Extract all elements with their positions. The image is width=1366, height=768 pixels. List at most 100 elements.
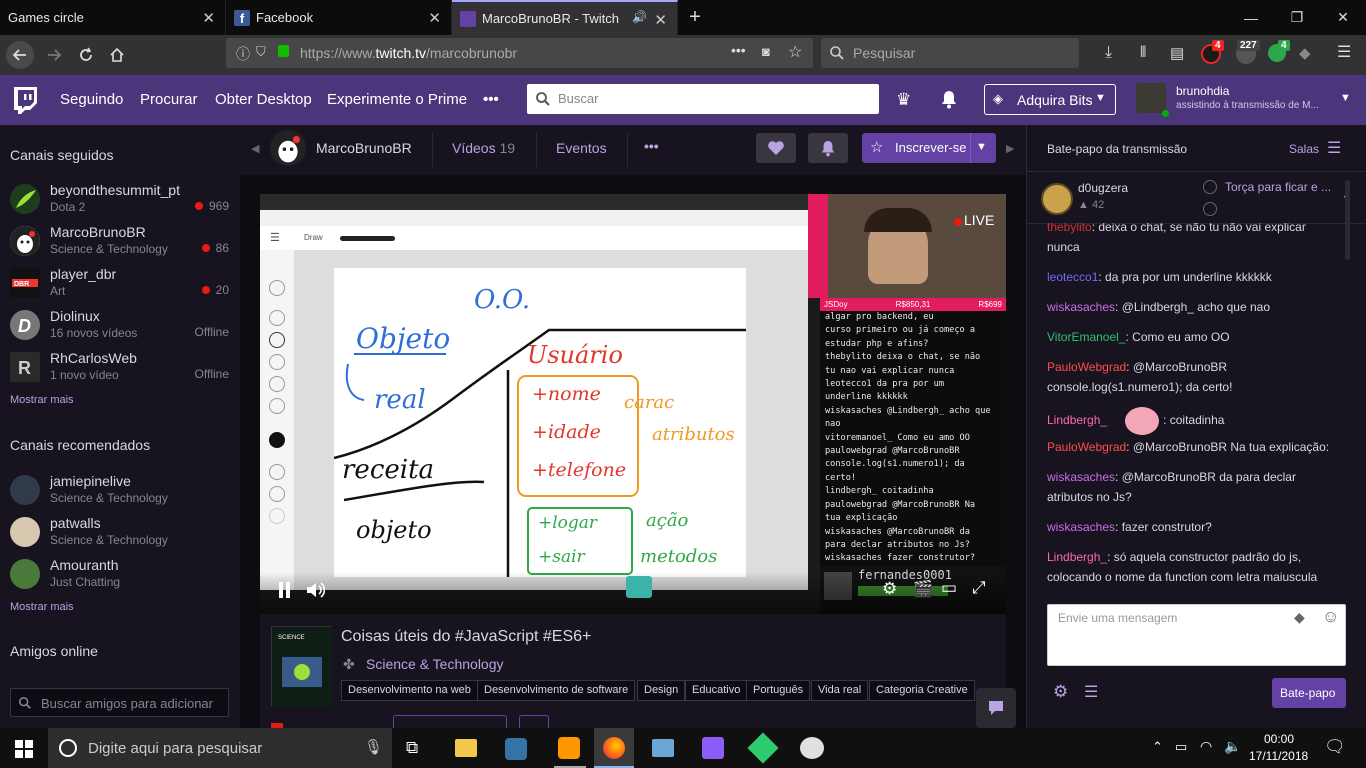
app-icon[interactable]: [800, 737, 824, 759]
tag-pill[interactable]: Design: [637, 680, 686, 701]
fullscreen-icon[interactable]: ⤢: [972, 578, 986, 598]
tab-events[interactable]: Eventos: [556, 140, 607, 156]
twitch-logo-icon[interactable]: [12, 86, 38, 114]
user-avatar[interactable]: [1136, 83, 1166, 113]
close-tab-icon[interactable]: ✕: [654, 11, 667, 29]
show-hidden-icons-chevron[interactable]: ⌃: [1152, 739, 1163, 755]
viewer-list-icon[interactable]: ☰: [1084, 682, 1098, 702]
get-bits-button[interactable]: ◈ Adquira Bits ▼: [984, 84, 1116, 115]
rooms-list-icon[interactable]: ☰: [1327, 138, 1341, 158]
wifi-icon[interactable]: ◠: [1200, 738, 1212, 755]
restore-button[interactable]: ❐: [1274, 0, 1320, 35]
emote-smiley-icon[interactable]: ☺: [1322, 607, 1339, 627]
forward-button[interactable]: [40, 41, 68, 69]
close-window-button[interactable]: ✕: [1320, 0, 1366, 35]
pocket-icon[interactable]: ◙: [762, 44, 770, 59]
library-icon[interactable]: ⫴: [1140, 44, 1160, 64]
category-link[interactable]: Science & Technology: [366, 656, 504, 672]
back-button[interactable]: [6, 41, 34, 69]
app-icon[interactable]: [747, 732, 779, 764]
subscribe-button[interactable]: ☆ Inscrever-se ▼: [862, 133, 996, 163]
category-box-art[interactable]: SCIENCE: [271, 626, 332, 707]
chat-username[interactable]: VitorEmanoel_: [1047, 330, 1126, 344]
emote-icon[interactable]: [1125, 407, 1160, 435]
chevron-down-icon[interactable]: ▼: [976, 141, 987, 153]
twitch-search-input[interactable]: Buscar: [527, 84, 879, 114]
show-more-recommended-link[interactable]: Mostrar mais: [10, 601, 74, 613]
followed-channel-item[interactable]: beyondthesummit_pt Dota 2 969: [0, 180, 240, 222]
chat-username[interactable]: PauloWebgrad: [1047, 360, 1126, 374]
tag-pill[interactable]: Educativo: [685, 680, 748, 701]
close-tab-icon[interactable]: ✕: [428, 9, 441, 27]
prime-crown-icon[interactable]: ♛: [896, 90, 911, 110]
menu-icon[interactable]: ☰: [1337, 42, 1351, 62]
nav-get-desktop[interactable]: Obter Desktop: [215, 91, 312, 108]
tab-videos[interactable]: Vídeos 19: [452, 140, 515, 156]
clock-time[interactable]: 00:00: [1264, 732, 1294, 746]
followed-channel-item[interactable]: R RhCarlosWeb 1 novo vídeo Offline: [0, 348, 240, 390]
url-bar[interactable]: ⓘ ⛉ https://www.twitch.tv/marcobrunobr •…: [226, 38, 813, 68]
page-actions-button[interactable]: •••: [731, 42, 746, 58]
nav-browse[interactable]: Procurar: [140, 91, 198, 108]
start-button[interactable]: [0, 728, 48, 768]
tab-facebook[interactable]: f Facebook ✕: [226, 0, 452, 35]
volume-icon[interactable]: [305, 581, 325, 599]
tag-pill[interactable]: Vida real: [811, 680, 869, 701]
speaker-icon[interactable]: 🔊: [632, 10, 647, 24]
video-player[interactable]: ☰ Draw O.O. Objeto real receita objeto U…: [260, 194, 1006, 614]
nav-more-button[interactable]: •••: [483, 91, 499, 108]
microphone-icon[interactable]: 🎙: [364, 738, 383, 756]
follow-button[interactable]: [756, 133, 796, 163]
followed-channel-item[interactable]: DBR player_dbr Art 20: [0, 264, 240, 306]
tag-pill[interactable]: Desenvolvimento de software: [477, 680, 636, 701]
info-icon[interactable]: ⓘ: [236, 44, 250, 64]
chat-username[interactable]: thebylito: [1047, 223, 1092, 234]
settings-gear-icon[interactable]: ⚙: [882, 579, 897, 599]
new-tab-button[interactable]: +: [678, 0, 712, 35]
volume-icon[interactable]: 🔈: [1224, 738, 1241, 755]
whispers-button[interactable]: [976, 688, 1016, 728]
theatre-mode-icon[interactable]: ▭: [941, 578, 957, 598]
pause-button[interactable]: [278, 582, 292, 598]
user-menu-chevron-icon[interactable]: ▼: [1340, 92, 1351, 104]
chat-username[interactable]: leotecco1: [1047, 270, 1098, 284]
poll-option-radio[interactable]: [1203, 202, 1217, 216]
reload-button[interactable]: [72, 41, 100, 69]
home-button[interactable]: [103, 41, 131, 69]
poll-option-radio[interactable]: [1203, 180, 1217, 194]
recommended-channel-item[interactable]: Amouranth Just Chatting: [0, 555, 240, 597]
poll-label[interactable]: Torça para ficar e ...: [1225, 178, 1335, 197]
tag-pill[interactable]: Desenvolvimento na web: [341, 680, 478, 701]
chat-username[interactable]: wiskasaches: [1047, 520, 1115, 534]
battery-icon[interactable]: ▭: [1175, 739, 1187, 755]
bookmark-star-icon[interactable]: ☆: [788, 42, 802, 62]
sidebar-toggle-icon[interactable]: ▤: [1170, 44, 1190, 64]
sublime-text-taskbar-item[interactable]: [550, 728, 590, 768]
firefox-taskbar-item[interactable]: [594, 728, 634, 768]
tag-pill[interactable]: Categoria Creative: [869, 680, 975, 701]
chat-username[interactable]: PauloWebgrad: [1047, 440, 1126, 454]
clip-icon[interactable]: 🎬: [913, 579, 933, 599]
close-tab-icon[interactable]: ✕: [202, 9, 215, 27]
extension-gray-icon[interactable]: ◆: [1299, 44, 1311, 62]
extension-overlay-icon[interactable]: [626, 576, 652, 598]
task-view-icon[interactable]: ⧉: [406, 738, 418, 758]
shield-icon[interactable]: ⛉: [256, 44, 266, 60]
notifications-button[interactable]: [808, 133, 848, 163]
app-icon[interactable]: [702, 737, 724, 759]
notifications-bell-icon[interactable]: [940, 89, 958, 109]
recommended-channel-item[interactable]: jamiepinelive Science & Technology: [0, 471, 240, 513]
scroll-left-icon[interactable]: ◀: [251, 142, 259, 155]
followed-channel-item[interactable]: D Diolinux 16 novos vídeos Offline: [0, 306, 240, 348]
friends-search-input[interactable]: Buscar amigos para adicionar: [10, 688, 229, 717]
chat-username[interactable]: Lindbergh_: [1047, 413, 1107, 427]
tag-pill[interactable]: Português: [746, 680, 811, 701]
chat-username[interactable]: wiskasaches: [1047, 470, 1115, 484]
python-icon[interactable]: [505, 738, 527, 760]
channel-avatar[interactable]: [270, 130, 306, 166]
scrollbar-thumb[interactable]: [1345, 180, 1350, 260]
downloads-icon[interactable]: ⤓: [1105, 44, 1125, 64]
nav-following[interactable]: Seguindo: [60, 91, 123, 108]
scroll-right-icon[interactable]: ▶: [1006, 142, 1014, 155]
clock-date[interactable]: 17/11/2018: [1249, 749, 1308, 763]
